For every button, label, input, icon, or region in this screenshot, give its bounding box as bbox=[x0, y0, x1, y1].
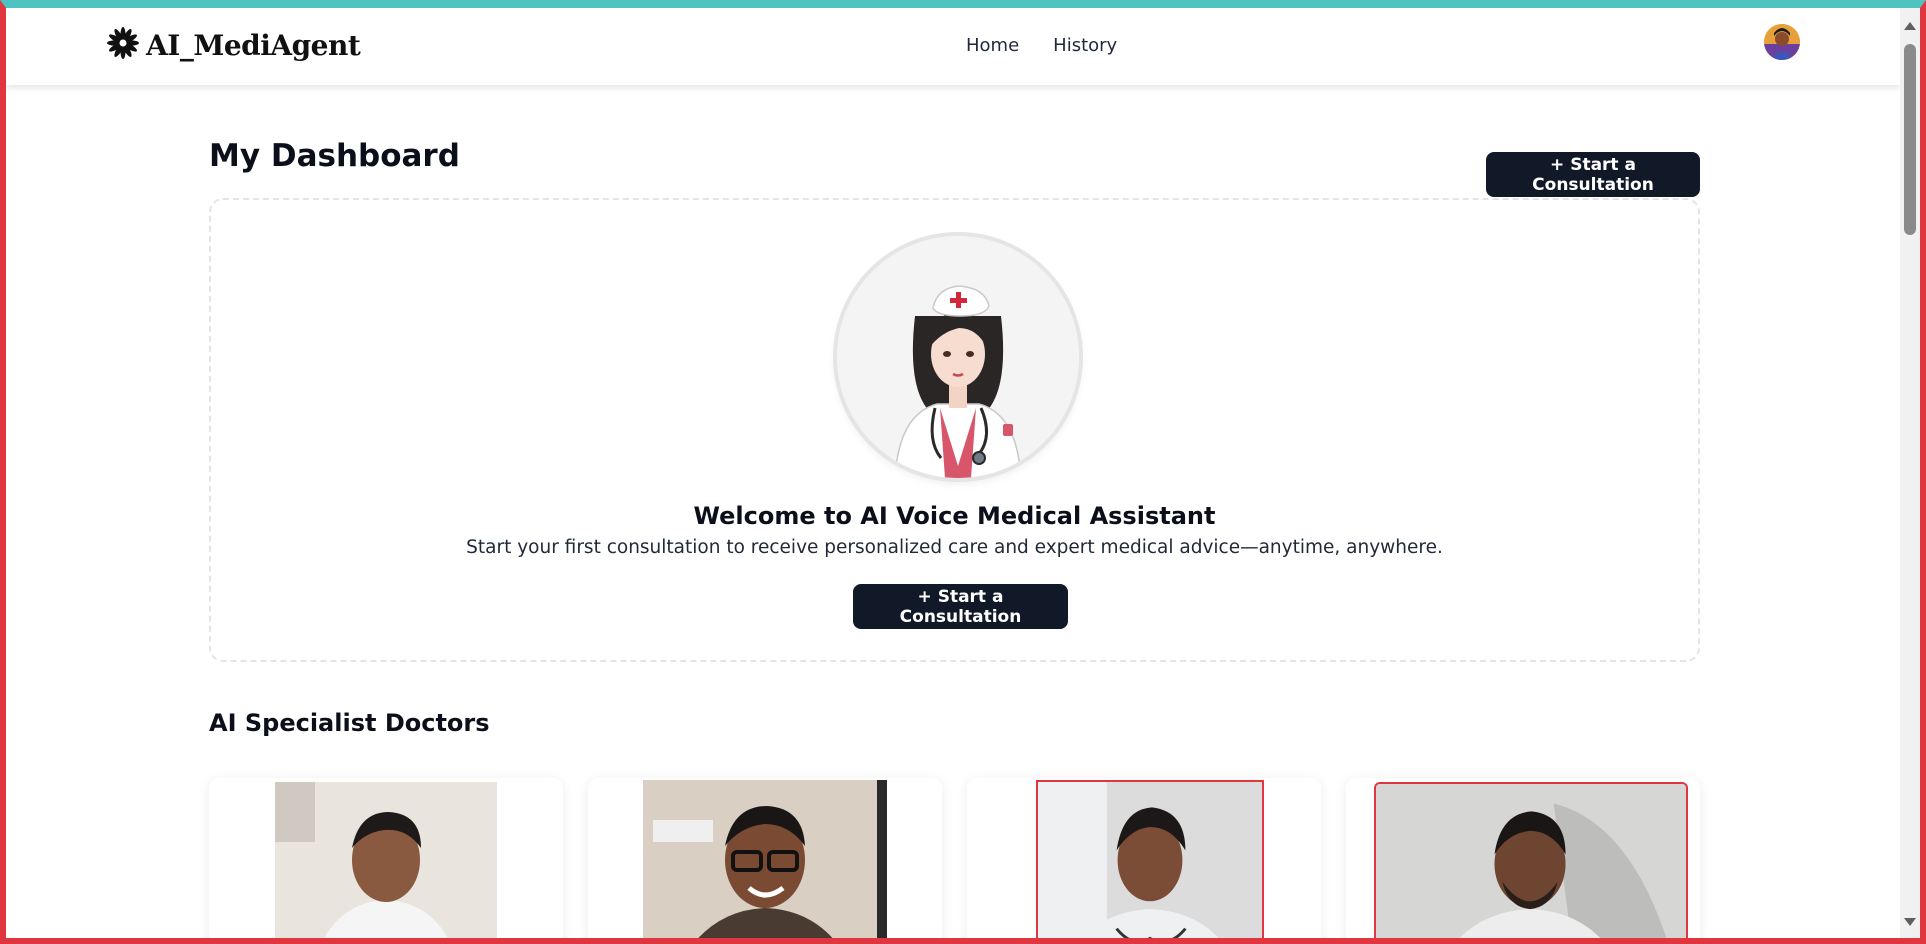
viewport: AI_MediAgent Home History My Dashboard +… bbox=[6, 8, 1900, 938]
vertical-scrollbar[interactable] bbox=[1900, 8, 1920, 938]
doctor-card[interactable] bbox=[588, 778, 942, 938]
doctor-photo bbox=[643, 780, 887, 938]
doctor-card[interactable] bbox=[1346, 778, 1700, 938]
start-first-consultation-button[interactable]: + Start a Consultation bbox=[853, 584, 1068, 629]
page-title: My Dashboard bbox=[209, 138, 460, 174]
doctor-photo bbox=[1374, 782, 1688, 938]
user-avatar[interactable] bbox=[1764, 24, 1800, 60]
scroll-down-arrow-icon[interactable] bbox=[1904, 918, 1916, 926]
logo-text: AI_MediAgent bbox=[146, 28, 361, 62]
doctor-card[interactable] bbox=[967, 778, 1321, 938]
section-title-specialists: AI Specialist Doctors bbox=[209, 709, 490, 737]
doctor-photo bbox=[1036, 780, 1264, 938]
scroll-up-arrow-icon[interactable] bbox=[1904, 22, 1916, 30]
nurse-illustration bbox=[837, 236, 1079, 478]
scrollbar-thumb[interactable] bbox=[1904, 44, 1916, 235]
nav-links: Home History bbox=[966, 35, 1117, 56]
welcome-card: Welcome to AI Voice Medical Assistant St… bbox=[209, 198, 1700, 662]
nav-link-history[interactable]: History bbox=[1053, 35, 1117, 56]
welcome-subtitle: Start your first consultation to receive… bbox=[466, 537, 1443, 558]
navbar: AI_MediAgent Home History bbox=[6, 8, 1900, 85]
doctor-photo bbox=[275, 782, 497, 938]
nav-link-home[interactable]: Home bbox=[966, 35, 1019, 56]
welcome-title: Welcome to AI Voice Medical Assistant bbox=[693, 502, 1216, 530]
start-consultation-button[interactable]: + Start a Consultation bbox=[1486, 152, 1700, 197]
logo[interactable]: AI_MediAgent bbox=[106, 26, 361, 64]
doctor-card[interactable] bbox=[209, 778, 563, 938]
starburst-logo-icon bbox=[106, 26, 140, 64]
